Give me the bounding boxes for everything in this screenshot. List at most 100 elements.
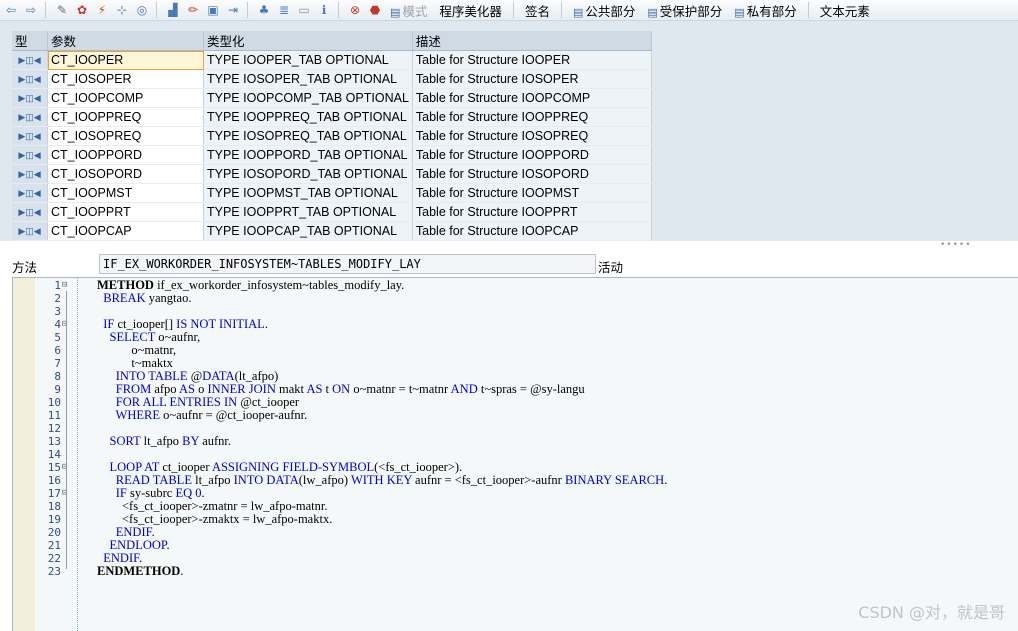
line-number: 20 — [47, 526, 61, 539]
column-header-type[interactable]: 型 — [12, 31, 48, 51]
parameter-typing-cell[interactable]: TYPE IOOPCAP_TAB OPTIONAL — [203, 221, 413, 241]
parameter-name-cell[interactable]: CT_IOOPPRT — [47, 202, 204, 222]
table-row[interactable]: ▶◫◀ CT_IOOPCOMP TYPE IOOPCOMP_TAB OPTIONAL… — [12, 88, 652, 108]
parameter-description-cell[interactable]: Table for Structure IOOPCOMP — [412, 88, 652, 108]
parameter-typing-cell[interactable]: TYPE IOSOPER_TAB OPTIONAL — [203, 69, 413, 89]
parameter-table: 型 参数 类型化 描述 ▶◫◀ CT_IOOPER TYPE IOOPER_TAB … — [12, 31, 652, 241]
parameter-typing-cell[interactable]: TYPE IOSOPREQ_TAB OPTIONAL — [203, 126, 413, 146]
display-object-list-icon[interactable]: ▟ — [164, 2, 182, 18]
changing-param-icon: ▶◫◀ — [12, 145, 48, 165]
code-line[interactable]: WHERE o~aufnr = @ct_iooper-aufnr. — [97, 409, 308, 422]
code-line[interactable]: SORT lt_afpo BY aufnr. — [97, 435, 232, 448]
line-number: 10 — [47, 396, 61, 409]
pretty-printer-button[interactable]: 程序美化器 — [433, 1, 508, 20]
table-row[interactable]: ▶◫◀ CT_IOOPPRT TYPE IOOPPRT_TAB OPTIONAL Ta… — [12, 202, 652, 222]
table-row[interactable]: ▶◫◀ CT_IOOPMST TYPE IOOPMST_TAB OPTIONAL Ta… — [12, 183, 652, 203]
parameter-description-cell[interactable]: Table for Structure IOOPCAP — [412, 221, 652, 241]
other-object-icon[interactable]: ✎ — [53, 2, 71, 18]
parameter-typing-cell[interactable]: TYPE IOOPPORD_TAB OPTIONAL — [203, 145, 413, 165]
text-elements-button[interactable]: 文本元素 — [814, 1, 876, 20]
parameter-description-cell[interactable]: Table for Structure IOOPPORD — [412, 145, 652, 165]
toolbar-separator — [45, 2, 46, 18]
parameter-name-cell[interactable]: CT_IOOPMST — [47, 183, 204, 203]
object-list-icon[interactable]: ◎ — [133, 2, 151, 18]
line-number: 5 — [54, 331, 61, 344]
parameter-description-cell[interactable]: Table for Structure IOOPPREQ — [412, 107, 652, 127]
activate-icon[interactable]: ⚡ — [93, 2, 111, 18]
parameter-description-cell[interactable]: Table for Structure IOSOPORD — [412, 164, 652, 184]
method-label: 方法 — [12, 260, 38, 275]
toolbar-separator — [156, 2, 157, 18]
table-row[interactable]: ▶◫◀ CT_IOOPPORD TYPE IOOPPORD_TAB OPTIONAL… — [12, 145, 652, 165]
pattern-icon[interactable]: ▣ — [204, 2, 222, 18]
code-line[interactable]: BREAK yangtao. — [97, 292, 191, 305]
signature-button[interactable]: 签名 — [519, 1, 556, 20]
parameter-typing-cell[interactable]: TYPE IOOPPREQ_TAB OPTIONAL — [203, 107, 413, 127]
table-row[interactable]: ▶◫◀ CT_IOOPER TYPE IOOPER_TAB OPTIONAL Tabl… — [12, 50, 652, 70]
line-number: 4 — [54, 318, 61, 331]
where-used-icon[interactable]: ⊹ — [113, 2, 131, 18]
parameter-description-cell[interactable]: Table for Structure IOOPER — [412, 50, 652, 70]
info-icon[interactable]: ℹ — [315, 2, 333, 18]
parameter-name-cell[interactable]: CT_IOOPER — [47, 50, 204, 70]
splitter-grip-icon[interactable]: ••••• — [940, 240, 972, 250]
table-row[interactable]: ▶◫◀ CT_IOSOPORD TYPE IOSOPORD_TAB OPTIONAL… — [12, 164, 652, 184]
table-row[interactable]: ▶◫◀ CT_IOSOPREQ TYPE IOSOPREQ_TAB OPTIONAL… — [12, 126, 652, 146]
line-number: 1 — [54, 279, 61, 292]
public-section-button[interactable]: ▤ 公共部分 — [567, 1, 641, 20]
parameter-description-cell[interactable]: Table for Structure IOSOPREQ — [412, 126, 652, 146]
parameter-typing-cell[interactable]: TYPE IOOPER_TAB OPTIONAL — [203, 50, 413, 70]
code-editor[interactable]: 1 ⊟ METHOD if_ex_workorder_infosystem~tabl… — [12, 277, 1018, 631]
toolbar-separator — [512, 2, 514, 18]
line-number: 3 — [54, 305, 61, 318]
column-header-description[interactable]: 描述 — [412, 31, 652, 51]
parameter-typing-cell[interactable]: TYPE IOOPPRT_TAB OPTIONAL — [203, 202, 413, 222]
parameter-name-cell[interactable]: CT_IOOPPREQ — [47, 107, 204, 127]
edit-icon[interactable]: ✏ — [184, 2, 202, 18]
back-icon[interactable]: ⇦ — [2, 2, 20, 18]
code-line[interactable]: ENDMETHOD. — [97, 565, 183, 578]
method-name-field[interactable]: IF_EX_WORKORDER_INFOSYSTEM~TABLES_MODIFY… — [99, 254, 596, 274]
line-number: 17 — [47, 487, 61, 500]
parameter-name-cell[interactable]: CT_IOOPPORD — [47, 145, 204, 165]
abap-icon[interactable]: ⬣ — [366, 2, 384, 18]
table-row[interactable]: ▶◫◀ CT_IOSOPER TYPE IOSOPER_TAB OPTIONAL Ta… — [12, 69, 652, 89]
toolbar-separator — [807, 2, 809, 18]
parameter-typing-cell[interactable]: TYPE IOSOPORD_TAB OPTIONAL — [203, 164, 413, 184]
line-number: 12 — [47, 422, 61, 435]
private-section-button[interactable]: ▤ 私有部分 — [728, 1, 802, 20]
document-icon: ▤ — [734, 5, 745, 19]
parameter-description-cell[interactable]: Table for Structure IOSOPER — [412, 69, 652, 89]
protected-section-button[interactable]: ▤ 受保护部分 — [641, 1, 728, 20]
column-header-typing[interactable]: 类型化 — [203, 31, 413, 51]
changing-param-icon: ▶◫◀ — [12, 183, 48, 203]
mode-button[interactable]: ▤ 模式 — [384, 1, 433, 20]
parameter-name-cell[interactable]: CT_IOOPCOMP — [47, 88, 204, 108]
column-header-parameter[interactable]: 参数 — [47, 31, 204, 51]
display-icon[interactable]: ▭ — [295, 2, 313, 18]
insert-statement-icon[interactable]: ⇥ — [224, 2, 242, 18]
table-row[interactable]: ▶◫◀ CT_IOOPPREQ TYPE IOOPPREQ_TAB OPTIONAL… — [12, 107, 652, 127]
table-row[interactable]: ▶◫◀ CT_IOOPCAP TYPE IOOPCAP_TAB OPTIONAL Ta… — [12, 221, 652, 241]
line-number: 13 — [47, 435, 61, 448]
forward-icon[interactable]: ⇨ — [22, 2, 40, 18]
parameter-name-cell[interactable]: CT_IOSOPREQ — [47, 126, 204, 146]
line-number: 18 — [47, 500, 61, 513]
line-number: 16 — [47, 474, 61, 487]
fold-guide-line — [66, 291, 67, 569]
hierarchy-icon[interactable]: ♣ — [255, 2, 273, 18]
parameter-description-cell[interactable]: Table for Structure IOOPPRT — [412, 202, 652, 222]
public-section-label: 公共部分 — [585, 3, 636, 19]
parameter-name-cell[interactable]: CT_IOSOPORD — [47, 164, 204, 184]
line-number: 2 — [54, 292, 61, 305]
parameter-description-cell[interactable]: Table for Structure IOOPMST — [412, 183, 652, 203]
check-icon[interactable]: ✿ — [73, 2, 91, 18]
parameter-typing-cell[interactable]: TYPE IOOPMST_TAB OPTIONAL — [203, 183, 413, 203]
toolbar-separator — [247, 2, 248, 18]
parameter-name-cell[interactable]: CT_IOOPCAP — [47, 221, 204, 241]
navigation-icon[interactable]: ≣ — [275, 2, 293, 18]
parameter-name-cell[interactable]: CT_IOSOPER — [47, 69, 204, 89]
test-icon[interactable]: ⊗ — [346, 2, 364, 18]
parameter-typing-cell[interactable]: TYPE IOOPCOMP_TAB OPTIONAL — [203, 88, 413, 108]
changing-param-icon: ▶◫◀ — [12, 50, 48, 70]
